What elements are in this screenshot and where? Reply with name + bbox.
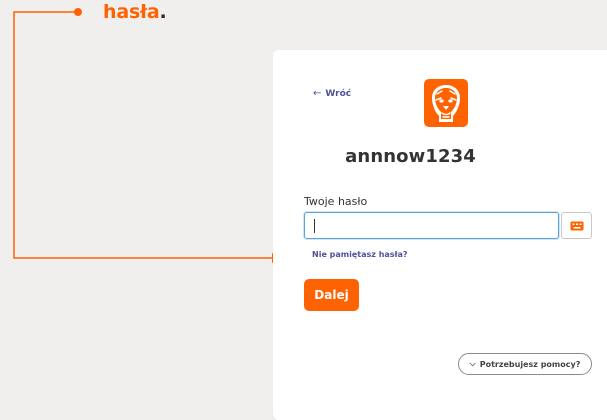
- arrow-left-icon: ←: [313, 88, 322, 99]
- back-link[interactable]: ← Wróć: [313, 88, 351, 99]
- chevron-down-icon: ⌵: [469, 359, 476, 368]
- annotation-label: hasła.: [103, 1, 167, 23]
- back-label: Wróć: [325, 88, 352, 99]
- login-card: ← Wróć annnow1234 Twoje hasło Nie pamięt…: [273, 50, 607, 420]
- forgot-password-link[interactable]: Nie pamiętasz hasła?: [312, 250, 408, 259]
- virtual-keyboard-button[interactable]: [561, 212, 592, 239]
- virtual-keyboard-icon: [570, 221, 583, 230]
- help-label: Potrzebujesz pomocy?: [479, 359, 581, 369]
- password-field-wrapper: [304, 212, 559, 239]
- next-button[interactable]: Dalej: [304, 279, 359, 311]
- password-input[interactable]: [305, 213, 558, 238]
- ing-lion-logo: [424, 79, 468, 127]
- text-caret: [314, 219, 315, 233]
- username-heading: annnow1234: [345, 146, 476, 167]
- password-label: Twoje hasło: [304, 195, 368, 208]
- help-button[interactable]: ⌵ Potrzebujesz pomocy?: [458, 353, 592, 375]
